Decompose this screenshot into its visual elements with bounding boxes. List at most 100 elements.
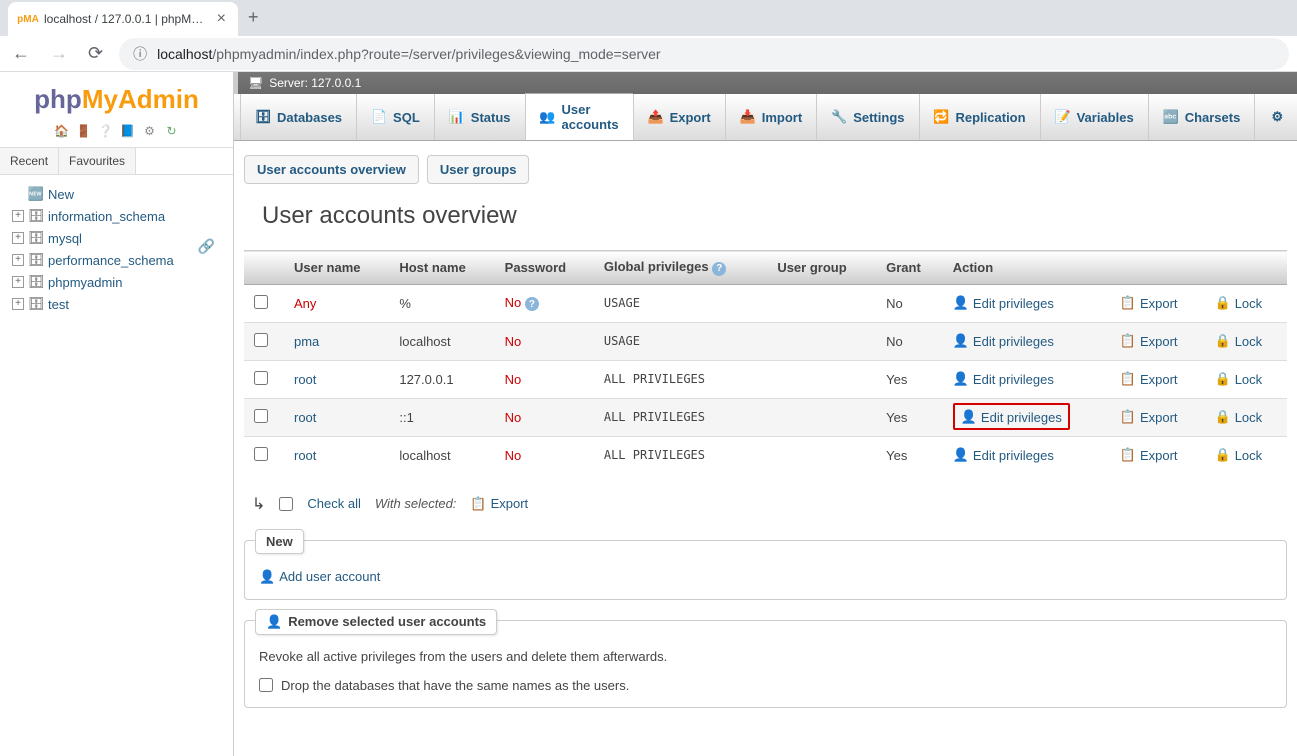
edit-privileges-link[interactable]: 👤 Edit privileges [953,295,1054,311]
home-icon[interactable]: 🏠 [54,123,70,139]
tab-replication[interactable]: 🔁Replication [919,94,1040,140]
check-all-link[interactable]: Check all [307,496,360,511]
expand-icon[interactable]: + [12,276,24,288]
database-node[interactable]: +🗄performance_schema [4,249,229,271]
tab-icon: 📊 [449,109,465,125]
tab-icon: 👥 [540,109,556,125]
row-checkbox[interactable] [254,409,268,423]
export-user-link[interactable]: 📋 Export [1120,295,1178,311]
username-cell[interactable]: Any [284,284,389,322]
database-node[interactable]: +🗄information_schema [4,205,229,227]
tab-more[interactable]: ⚙ [1254,94,1297,140]
remove-panel: 👤 Remove selected user accounts Revoke a… [244,620,1287,708]
username-cell[interactable]: root [284,360,389,398]
col-hostname[interactable]: Host name [389,251,494,285]
favourites-tab[interactable]: Favourites [58,148,136,174]
host-cell: 127.0.0.1 [389,360,494,398]
link-icon[interactable]: 🔗 [198,238,215,255]
export-icon: 📋 [470,496,486,512]
user-row: root127.0.0.1NoALL PRIVILEGESYes👤 Edit p… [244,360,1287,398]
tab-icon: 📤 [648,109,664,125]
lock-user-link[interactable]: 🔒 Lock [1215,295,1263,311]
database-node[interactable]: +🗄test [4,293,229,315]
tab-user-accounts[interactable]: 👥User accounts [525,93,633,140]
new-database[interactable]: 🆕 New [4,183,229,205]
lock-icon: 🔒 [1215,447,1231,463]
database-link[interactable]: test [48,297,69,312]
tab-charsets[interactable]: 🔤Charsets [1148,94,1255,140]
forward-button[interactable]: → [46,39,72,68]
lock-user-link[interactable]: 🔒 Lock [1215,371,1263,387]
database-node[interactable]: +🗄phpmyadmin [4,271,229,293]
usergroup-cell [767,398,876,436]
export-user-link[interactable]: 📋 Export [1120,371,1178,387]
database-link[interactable]: mysql [48,231,82,246]
tab-databases[interactable]: 🗄Databases [240,94,356,140]
database-node[interactable]: +🗄mysql [4,227,229,249]
breadcrumb-server[interactable]: 🖥 Server: 127.0.0.1 [234,72,1297,94]
row-checkbox[interactable] [254,333,268,347]
back-button[interactable]: ← [8,39,34,68]
docs-icon[interactable]: ❔ [98,123,114,139]
user-edit-icon: 👤 [953,371,969,387]
lock-user-link[interactable]: 🔒 Lock [1215,447,1263,463]
logout-icon[interactable]: 🚪 [76,123,92,139]
help-icon[interactable]: ? [525,297,539,311]
password-cell: No ? [495,284,594,322]
expand-icon[interactable]: + [12,232,24,244]
lock-icon: 🔒 [1215,371,1231,387]
database-link[interactable]: performance_schema [48,253,174,268]
tab-status[interactable]: 📊Status [434,94,525,140]
check-all-checkbox[interactable] [279,497,293,511]
reload-button[interactable]: ⟳ [84,39,107,68]
lock-user-link[interactable]: 🔒 Lock [1215,409,1263,425]
drop-db-option[interactable]: Drop the databases that have the same na… [259,678,1272,693]
lock-user-link[interactable]: 🔒 Lock [1215,333,1263,349]
export-selected-link[interactable]: 📋 Export [470,496,528,512]
export-user-link[interactable]: 📋 Export [1120,333,1178,349]
username-cell[interactable]: root [284,398,389,436]
expand-icon[interactable]: + [12,298,24,310]
tab-icon: 📥 [740,109,756,125]
settings-icon[interactable]: ⚙ [142,123,158,139]
col-username[interactable]: User name [284,251,389,285]
tab-sql[interactable]: 📄SQL [356,94,434,140]
close-tab-icon[interactable]: × [217,10,226,28]
sql-docs-icon[interactable]: 📘 [120,123,136,139]
edit-privileges-link[interactable]: 👤 Edit privileges [953,447,1054,463]
row-checkbox[interactable] [254,447,268,461]
usergroup-cell [767,284,876,322]
site-info-icon[interactable]: ⓘ [133,44,147,64]
subtab-groups[interactable]: User groups [427,155,530,184]
quick-icons: 🏠 🚪 ❔ 📘 ⚙ ↻ [0,119,233,147]
username-cell[interactable]: pma [284,322,389,360]
expand-icon[interactable]: + [12,254,24,266]
browser-tab[interactable]: pMA localhost / 127.0.0.1 | phpMyAdmin × [8,2,238,36]
edit-privileges-link[interactable]: 👤 Edit privileges [953,371,1054,387]
tab-export[interactable]: 📤Export [633,94,725,140]
recent-tab[interactable]: Recent [0,148,59,174]
phpmyadmin-logo[interactable]: phpMyAdmin [0,72,233,119]
username-cell[interactable]: root [284,436,389,474]
new-tab-button[interactable]: + [238,0,269,36]
database-link[interactable]: phpmyadmin [48,275,122,290]
row-checkbox[interactable] [254,371,268,385]
add-user-link[interactable]: 👤 Add user account [259,569,380,585]
export-user-link[interactable]: 📋 Export [1120,409,1178,425]
help-icon[interactable]: ? [712,262,726,276]
reload-nav-icon[interactable]: ↻ [164,123,180,139]
tab-variables[interactable]: 📝Variables [1040,94,1148,140]
export-icon: 📋 [1120,371,1136,387]
edit-privileges-link[interactable]: 👤 Edit privileges [961,409,1062,425]
drop-db-checkbox[interactable] [259,678,273,692]
arrow-up-icon: ↳ [252,494,265,514]
database-link[interactable]: information_schema [48,209,165,224]
address-bar[interactable]: ⓘ localhost/phpmyadmin/index.php?route=/… [119,38,1289,70]
export-user-link[interactable]: 📋 Export [1120,447,1178,463]
subtab-overview[interactable]: User accounts overview [244,155,419,184]
expand-icon[interactable]: + [12,210,24,222]
tab-import[interactable]: 📥Import [725,94,816,140]
row-checkbox[interactable] [254,295,268,309]
tab-settings[interactable]: 🔧Settings [816,94,918,140]
edit-privileges-link[interactable]: 👤 Edit privileges [953,333,1054,349]
